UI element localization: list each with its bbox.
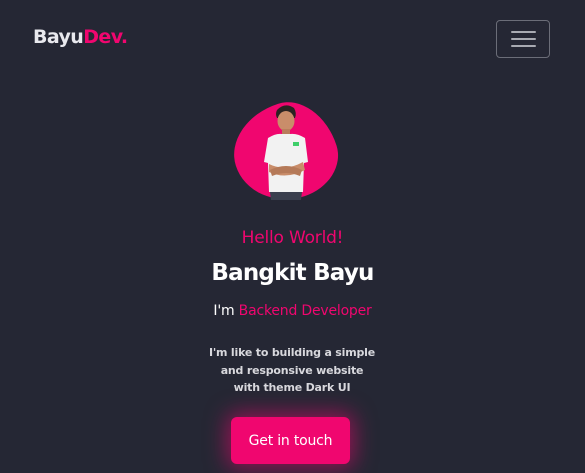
role-title: Backend Developer <box>238 303 372 319</box>
description-line: I'm like to building a simple <box>208 346 375 359</box>
brand-logo[interactable]: BayuDev. <box>33 24 128 50</box>
brand-accent-text: Dev. <box>83 26 128 48</box>
description-line: with theme Dark UI <box>233 381 351 394</box>
get-in-touch-button[interactable]: Get in touch <box>231 417 350 464</box>
profile-photo <box>264 105 308 200</box>
hero-name: Bangkit Bayu <box>211 260 374 286</box>
greeting-text: Hello World! <box>241 228 344 248</box>
avatar <box>221 90 349 214</box>
role-prefix: I'm <box>213 303 235 319</box>
navbar: BayuDev. <box>0 0 585 78</box>
hero-description: I'm like to building a simple and respon… <box>192 344 392 397</box>
brand-main-text: Bayu <box>33 26 84 48</box>
description-line: and responsive website <box>220 363 364 377</box>
role-line: I'm Backend Developer <box>0 303 585 319</box>
menu-toggle-button[interactable] <box>496 20 550 58</box>
